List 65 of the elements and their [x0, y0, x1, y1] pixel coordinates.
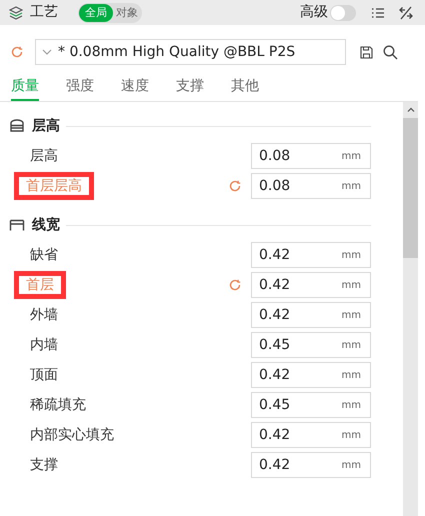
section-title: 线宽 — [32, 216, 60, 234]
unit-label: mm — [342, 368, 361, 382]
scroll-up-icon[interactable] — [406, 107, 414, 112]
setting-label: 稀疏填充 — [29, 396, 87, 415]
reset-icon[interactable] — [228, 278, 242, 292]
unit-label: mm — [342, 398, 361, 412]
unit-label: mm — [342, 248, 361, 262]
field-value: 0.42 — [259, 366, 290, 384]
scope-option[interactable]: 对象 — [113, 4, 141, 22]
field-value: 0.42 — [259, 276, 290, 294]
setting-label: 内墙 — [29, 336, 59, 355]
panel-title: 工艺 — [30, 3, 58, 22]
value-field[interactable]: 0.08 mm — [251, 143, 371, 169]
section-title: 层高 — [32, 116, 60, 136]
field-value: 0.42 — [259, 426, 290, 444]
value-field[interactable]: 0.42 mm — [251, 362, 371, 388]
setting-label: 顶面 — [29, 366, 59, 385]
setting-label: 内部实心填充 — [29, 426, 115, 445]
save-icon[interactable] — [360, 46, 373, 58]
unit-label: mm — [342, 428, 361, 442]
setting-label: 缺省 — [29, 246, 59, 265]
tab[interactable]: 速度 — [121, 76, 149, 101]
chevron-down-icon — [42, 49, 52, 55]
advanced-label: 高级 — [300, 3, 328, 22]
field-value: 0.08 — [259, 176, 290, 196]
value-field[interactable]: 0.45 mm — [251, 392, 371, 418]
setting-label: 层高 — [29, 147, 59, 166]
tab[interactable]: 支撑 — [176, 76, 204, 101]
reset-icon[interactable] — [228, 179, 242, 193]
value-field[interactable]: 0.42 mm — [251, 302, 371, 328]
line-width-icon — [9, 219, 25, 231]
value-field[interactable]: 0.42 mm — [251, 452, 371, 478]
field-value: 0.42 — [259, 456, 290, 474]
layers-icon — [9, 119, 25, 133]
value-field[interactable]: 0.42 mm — [251, 242, 371, 268]
value-field[interactable]: 0.42 mm — [251, 272, 371, 298]
unit-label: mm — [342, 338, 361, 352]
unit-label: mm — [342, 308, 361, 322]
layers-icon — [9, 6, 23, 20]
setting-label: 首层 — [14, 271, 66, 299]
tab[interactable]: 强度 — [66, 76, 94, 101]
field-value: 0.45 — [259, 396, 290, 414]
setting-label: 支撑 — [29, 456, 59, 475]
search-icon[interactable] — [383, 44, 398, 60]
unit-label: mm — [342, 458, 361, 472]
scrollbar[interactable] — [403, 102, 418, 516]
value-field[interactable]: 0.42 mm — [251, 422, 371, 448]
unit-label: mm — [342, 150, 361, 164]
compare-icon[interactable] — [399, 6, 413, 20]
preset-select[interactable]: * 0.08mm High Quality @BBL P2S — [35, 39, 346, 65]
setting-label: 外墙 — [29, 306, 59, 325]
unit-label: mm — [342, 278, 361, 292]
field-value: 0.45 — [259, 336, 290, 354]
value-field[interactable]: 0.45 mm — [251, 332, 371, 358]
unit-label: mm — [342, 180, 361, 194]
tab[interactable]: 其他 — [231, 76, 259, 101]
reset-icon[interactable] — [10, 45, 24, 59]
field-value: 0.42 — [259, 306, 290, 324]
field-value: 0.08 — [259, 146, 290, 166]
advanced-switch[interactable] — [330, 4, 356, 20]
setting-label: 首层层高 — [14, 172, 94, 200]
value-field[interactable]: 0.08 mm — [251, 173, 371, 199]
preset-value: * 0.08mm High Quality @BBL P2S — [58, 42, 296, 62]
list-icon[interactable] — [371, 6, 385, 18]
field-value: 0.42 — [259, 246, 290, 264]
